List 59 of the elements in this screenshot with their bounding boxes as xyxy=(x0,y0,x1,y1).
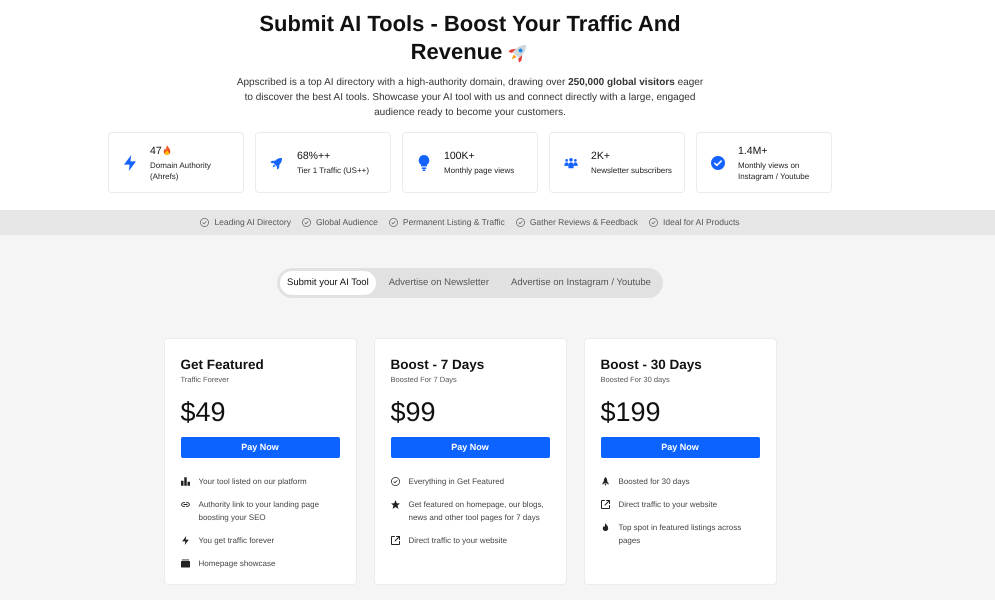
plan-title: Get Featured xyxy=(180,356,265,374)
plan-title: Boost - 7 Days xyxy=(390,356,486,374)
pay-now-button[interactable]: Pay Now xyxy=(390,437,550,458)
feature-text: Direct traffic to your website xyxy=(618,499,718,511)
check-circle-icon xyxy=(711,154,725,170)
stat-label: Monthly page views xyxy=(444,165,514,176)
stat-label: Monthly views on Instagram / Youtube xyxy=(738,160,810,182)
highlight-label: Permanent Listing & Traffic xyxy=(402,216,505,229)
highlight-label: Global Audience xyxy=(316,216,378,229)
rocket-icon xyxy=(601,477,610,486)
highlight-label: Gather Reviews & Feedback xyxy=(530,216,638,229)
highlight-label: Leading AI Directory xyxy=(214,216,291,229)
external-link-icon xyxy=(601,500,610,509)
stacked-box-icon xyxy=(181,559,190,568)
intro-paragraph: Appscribed is a top AI directory with a high-authority domain, drawing over 250,000 global visitors eager to discover the best AI tools. Showcase your AI tool with us and connect directly with a large, engaged audience ready to become your customers. xyxy=(236,76,704,120)
highlight-label: Ideal for AI Products xyxy=(663,216,740,229)
check-circle-icon xyxy=(516,218,525,227)
plan-price: $199 xyxy=(600,396,662,428)
page-title: Submit AI Tools - Boost Your Traffic And xyxy=(259,10,681,38)
page-title: Revenue xyxy=(410,38,502,66)
feature-text: Get featured on homepage, our blogs, news and other tool pages for 7 days xyxy=(408,499,545,524)
lightbulb-icon xyxy=(417,154,431,170)
feature-text: Direct traffic to your website xyxy=(408,535,508,547)
bar-chart-icon xyxy=(181,477,190,486)
flame-icon xyxy=(601,523,610,532)
lightning-bolt-icon xyxy=(123,154,137,170)
plan-title: Boost - 30 Days xyxy=(600,356,703,374)
stat-label: Domain Authority (Ahrefs) xyxy=(150,160,212,182)
check-circle-icon xyxy=(388,218,398,227)
plan-price: $49 xyxy=(180,396,227,428)
tab[interactable]: Advertise on Instagram / Youtube xyxy=(502,271,660,295)
stat-value: 47 xyxy=(150,144,162,158)
fire-icon xyxy=(162,145,171,156)
tab[interactable]: Advertise on Newsletter xyxy=(380,271,498,295)
feature-text: Top spot in featured listings across pages xyxy=(618,522,742,547)
star-icon xyxy=(391,500,400,509)
plan-price: $99 xyxy=(390,396,437,428)
tab[interactable]: Submit your AI Tool xyxy=(280,271,376,295)
stat-value: 100K+ xyxy=(444,149,475,163)
stat-label: Tier 1 Traffic (US++) xyxy=(297,165,370,176)
stat-value: 2K+ xyxy=(591,149,610,163)
pay-now-button[interactable]: Pay Now xyxy=(600,437,760,458)
check-circle-icon xyxy=(302,218,311,227)
feature-text: Homepage showcase xyxy=(198,558,276,570)
external-link-icon xyxy=(391,536,400,545)
link-icon xyxy=(181,500,190,509)
stat-label: Newsletter subscribers xyxy=(591,165,672,176)
lightning-bolt-icon xyxy=(181,536,190,545)
pay-now-button[interactable]: Pay Now xyxy=(180,437,340,458)
stat-value: 1.4M+ xyxy=(738,144,768,158)
check-circle-icon xyxy=(200,218,210,227)
feature-text: Authority link to your landing page boosting your SEO xyxy=(198,499,320,524)
check-circle-icon xyxy=(391,477,400,486)
check-circle-icon xyxy=(649,218,658,227)
feature-text: Boosted for 30 days xyxy=(618,476,690,488)
stat-value: 68%++ xyxy=(297,149,330,163)
feature-text: You get traffic forever xyxy=(198,535,274,547)
feature-text: Your tool listed on our platform xyxy=(198,476,307,488)
feature-text: Everything in Get Featured xyxy=(408,476,504,488)
